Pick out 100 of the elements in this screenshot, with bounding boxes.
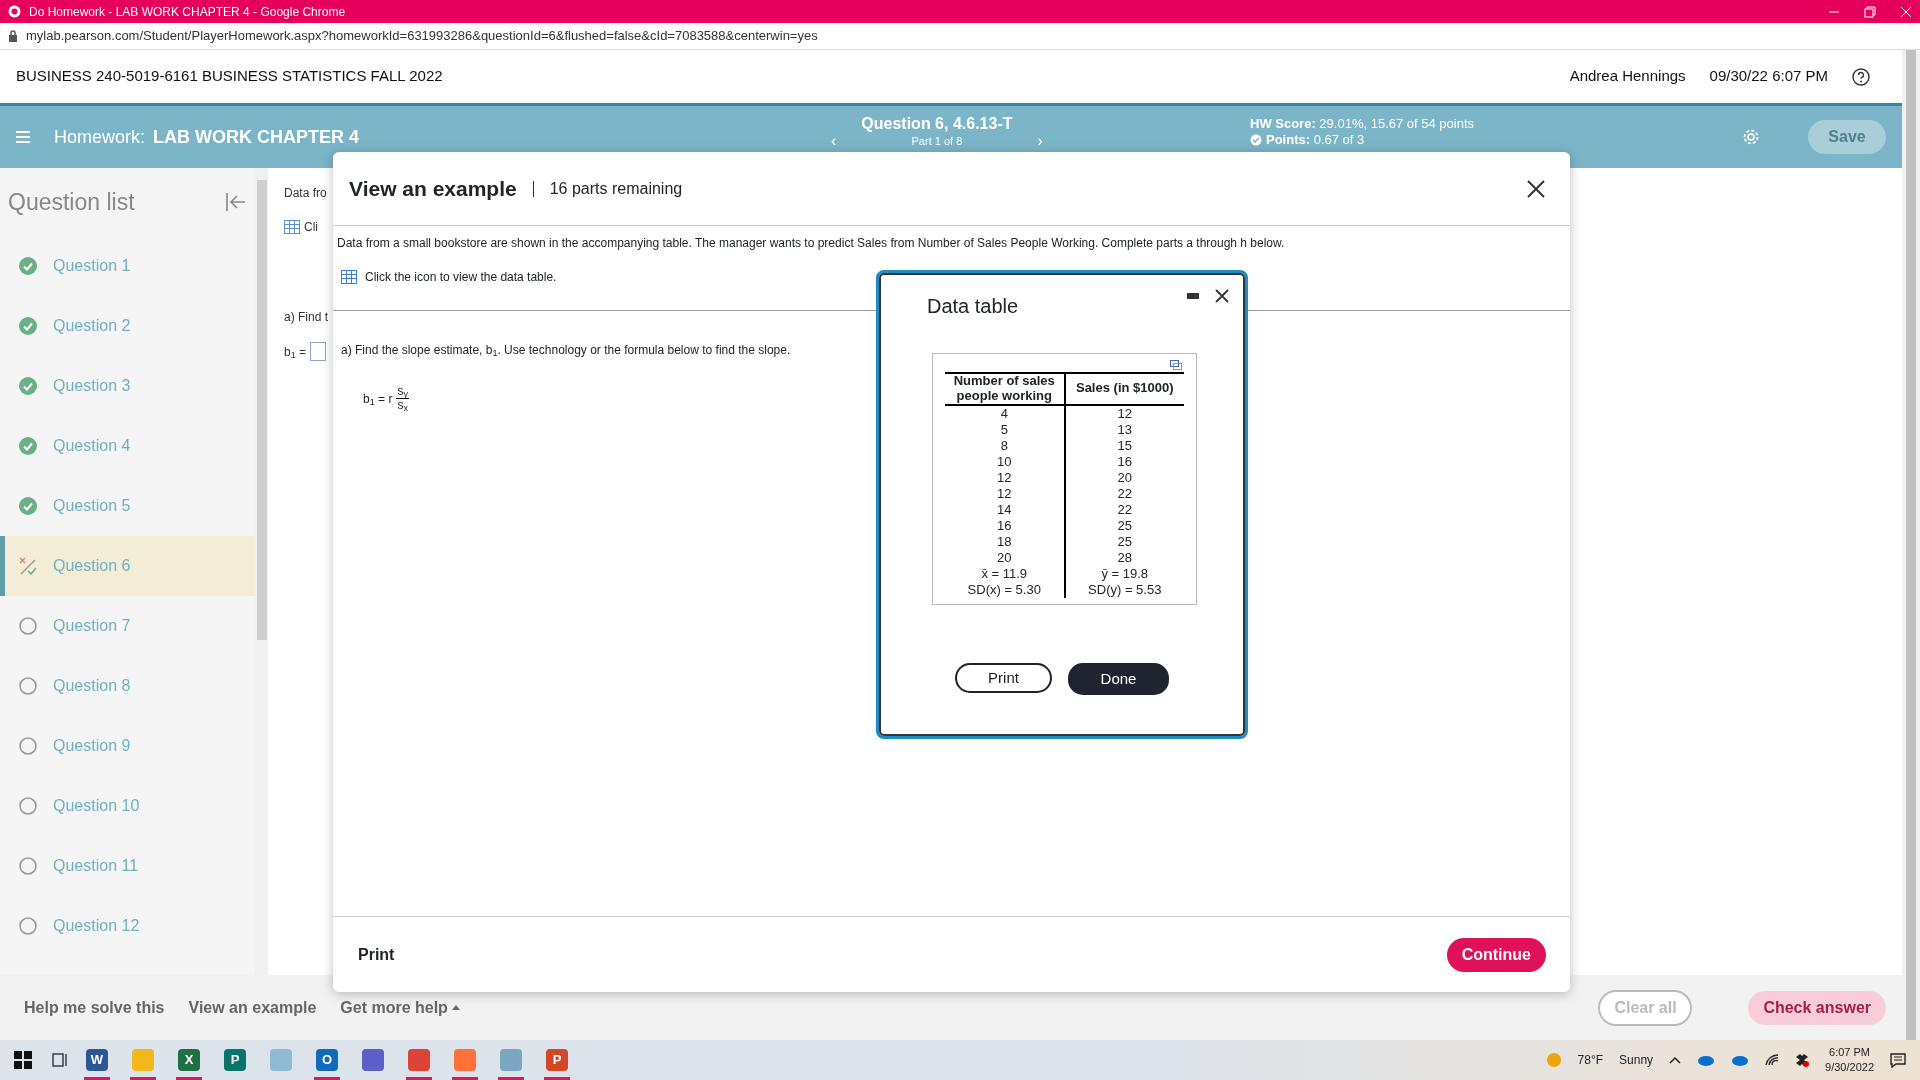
app-icon[interactable] <box>500 1049 522 1071</box>
part-indicator: Part 1 of 8 <box>911 136 963 147</box>
table-cell: 25 <box>1064 533 1184 550</box>
table-cell: SD(x) = 5.30 <box>945 581 1065 598</box>
data-table-link[interactable]: Click the icon to view the data table. <box>365 268 557 286</box>
continue-button[interactable]: Continue <box>1446 937 1546 972</box>
table-cell: 8 <box>945 437 1065 454</box>
help-link[interactable]: Get more help <box>332 994 468 1021</box>
window-title: Do Homework - LAB WORK CHAPTER 4 - Google Chrome <box>29 3 346 21</box>
lock-icon <box>8 30 18 42</box>
question-text: a) Find the slope estimate, b$_{1}$. Use technology or the formula below to find the slope. <box>340 342 792 359</box>
task-view-icon[interactable] <box>52 1052 68 1068</box>
app-icon[interactable]: P <box>224 1049 246 1071</box>
table-cell: 13 <box>1064 421 1184 438</box>
question-text: a) Find t <box>284 309 329 326</box>
parts-remaining: 16 parts remaining <box>549 178 683 199</box>
empty-circle-icon <box>19 917 37 935</box>
table-cell: 25 <box>1064 517 1184 534</box>
table-cell: 22 <box>1064 501 1184 518</box>
empty-circle-icon <box>19 797 37 815</box>
help-icon[interactable] <box>1852 67 1870 86</box>
check-circle-icon <box>19 317 37 335</box>
notifications-icon[interactable] <box>1890 1052 1906 1068</box>
empty-circle-icon <box>19 617 37 635</box>
app-icon[interactable] <box>362 1049 384 1071</box>
app-icon[interactable]: P <box>546 1049 568 1071</box>
check-circle-icon <box>19 257 37 275</box>
table-cell: 16 <box>945 517 1065 534</box>
table-cell: 22 <box>1064 485 1184 502</box>
app-icon[interactable]: W <box>86 1049 108 1071</box>
data-table-link[interactable]: Cli <box>304 218 318 236</box>
print-button[interactable]: Print <box>357 941 396 968</box>
table-cell: 4 <box>945 404 1065 422</box>
clock-date[interactable]: 9/30/2022 <box>1825 1060 1874 1075</box>
table-cell: 20 <box>945 549 1065 566</box>
check-circle-icon <box>19 497 37 515</box>
table-icon[interactable] <box>284 220 300 234</box>
table-cell: SD(y) = 5.53 <box>1064 581 1184 598</box>
wifi-icon[interactable] <box>1765 1054 1780 1066</box>
restore-icon[interactable] <box>1864 5 1876 18</box>
table-cell: 18 <box>945 533 1065 550</box>
settings-icon[interactable] <box>1742 128 1760 146</box>
collapse-panel-icon[interactable] <box>225 191 247 213</box>
app-icon[interactable] <box>408 1049 430 1071</box>
empty-circle-icon <box>19 677 37 695</box>
column-header: Number of sales people working <box>945 373 1065 405</box>
browser-logo-icon <box>8 5 21 18</box>
question-title: Question 6, 4.6.13-T <box>861 114 1013 134</box>
app-icon[interactable]: O <box>316 1049 338 1071</box>
cloud-icon[interactable] <box>1731 1054 1750 1066</box>
empty-circle-icon <box>19 737 37 755</box>
help-link[interactable]: View an example <box>180 994 325 1021</box>
expand-icon[interactable] <box>1170 360 1182 370</box>
clock-time[interactable]: 6:07 PM <box>1829 1045 1870 1060</box>
close-icon[interactable] <box>1215 289 1229 303</box>
weather-text: Sunny <box>1619 1052 1654 1069</box>
table-cell: 20 <box>1064 469 1184 486</box>
course-title: BUSINESS 240-5019-6161 BUSINESS STATISTICS FALL 2022 <box>16 66 443 87</box>
check-circle-icon <box>19 377 37 395</box>
chevron-up-icon[interactable] <box>1669 1056 1682 1064</box>
table-cell: 15 <box>1064 437 1184 454</box>
table-cell: 5 <box>945 421 1065 438</box>
table-icon[interactable] <box>341 270 357 284</box>
table-cell: x̄ = 11.9 <box>945 565 1065 582</box>
question-text: Data from a small bookstore are shown in the accompanying table. The manager wants to predict Sales from Number of Sales People Working. Complete parts a through h below. <box>336 235 1286 252</box>
table-cell: ȳ = 19.8 <box>1064 565 1184 582</box>
address-bar[interactable]: mylab.pearson.com/Student/PlayerHomework.aspx?homeworkId=631993286&questionId=6&flushed=false&cId=7083588&centerwin=yes <box>26 26 818 46</box>
table-cell: 12 <box>945 485 1065 502</box>
dialog-title: Data table <box>927 294 1019 319</box>
sun-icon <box>1545 1052 1562 1068</box>
table-cell: 10 <box>945 453 1065 470</box>
answer-field[interactable] <box>310 342 327 361</box>
scrollbar-thumb[interactable] <box>256 180 267 640</box>
homework-name: LAB WORK CHAPTER 4 <box>153 125 360 149</box>
points-score: Points: 0.67 of 3 <box>1266 132 1365 148</box>
scrollbar-thumb[interactable] <box>1906 50 1916 1040</box>
empty-circle-icon <box>19 857 37 875</box>
app-icon[interactable]: X <box>178 1049 200 1071</box>
homework-label: Homework: <box>54 125 146 149</box>
date-time: 09/30/22 6:07 PM <box>1709 66 1828 87</box>
table-cell: 28 <box>1064 549 1184 566</box>
done-button[interactable]: Done <box>1068 662 1169 695</box>
answer-label: b$_{1}$ = <box>284 343 307 361</box>
question-list-title: Question list <box>8 187 135 217</box>
check-circle-icon <box>19 437 37 455</box>
table-cell: 14 <box>945 501 1065 518</box>
box-icon[interactable] <box>1795 1053 1810 1067</box>
help-link[interactable]: Help me solve this <box>16 994 173 1021</box>
temperature: 78°F <box>1577 1052 1604 1069</box>
dialog-title: View an example <box>349 175 517 202</box>
hw-score: HW Score: 29.01%, 15.67 of 54 points <box>1250 116 1475 132</box>
menu-icon[interactable] <box>16 131 30 143</box>
app-icon[interactable] <box>454 1049 476 1071</box>
question-text: Data fro <box>284 185 328 202</box>
start-menu-icon[interactable] <box>14 1051 32 1069</box>
table-cell: 16 <box>1064 453 1184 470</box>
print-button[interactable]: Print <box>955 662 1052 693</box>
table-cell: 12 <box>945 469 1065 486</box>
user-name: Andrea Hennings <box>1569 66 1686 87</box>
cloud-icon[interactable] <box>1697 1054 1716 1066</box>
